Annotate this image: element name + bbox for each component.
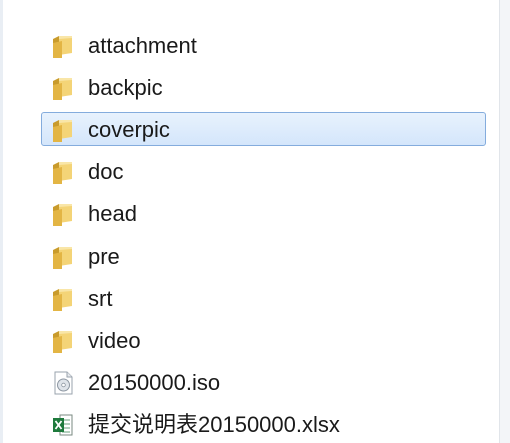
file-item-srt[interactable]: srt [41,281,486,315]
file-item-pre[interactable]: pre [41,239,486,273]
file-list: attachment backpic coverpic doc head pre… [0,0,500,443]
file-name: head [88,201,137,226]
folder-icon [50,117,76,143]
folder-icon [50,159,76,185]
scrollbar-track[interactable] [499,0,510,443]
folder-icon [50,33,76,59]
excel-file-icon [50,412,76,438]
file-item-head[interactable]: head [41,196,486,230]
file-name: srt [88,286,113,311]
file-name: 提交说明表20150000.xlsx [88,412,340,437]
file-name: 20150000.iso [88,370,221,395]
file-item-xlsx[interactable]: 提交说明表20150000.xlsx [41,407,486,441]
file-name: attachment [88,33,197,58]
disc-image-icon [50,370,76,396]
file-item-doc[interactable]: doc [41,154,486,188]
file-name: doc [88,159,124,184]
file-item-backpic[interactable]: backpic [41,70,486,104]
file-item-iso[interactable]: 20150000.iso [41,365,486,399]
file-item-coverpic[interactable]: coverpic [41,112,486,146]
folder-icon [50,286,76,312]
folder-icon [50,201,76,227]
folder-icon [50,75,76,101]
file-name: pre [88,244,120,269]
file-name: coverpic [88,117,170,142]
folder-icon [50,244,76,270]
folder-icon [50,328,76,354]
file-item-video[interactable]: video [41,323,486,357]
file-name: backpic [88,75,163,100]
file-item-attachment[interactable]: attachment [41,28,486,62]
file-name: video [88,328,141,353]
